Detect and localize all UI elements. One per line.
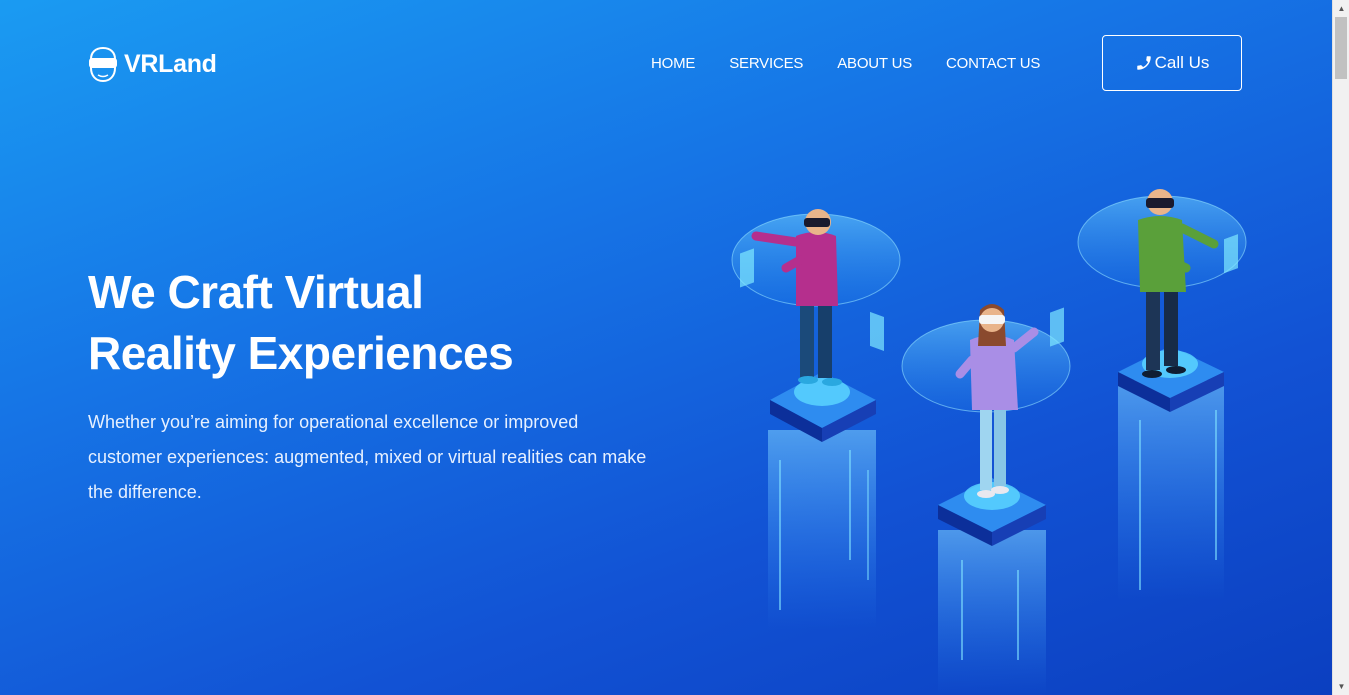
call-us-label: Call Us [1154,53,1210,72]
call-us-button[interactable]: Call Us [1102,35,1242,91]
page: VRLand HOME SERVICES ABOUT US CONTACT US… [0,0,1332,695]
vertical-scrollbar[interactable]: ▲ ▼ [1332,0,1349,695]
hero-description: Whether you’re aiming for operational ex… [88,412,647,502]
brand-logo[interactable]: VRLand [88,46,217,82]
phone-icon [1136,56,1151,70]
nav-services[interactable]: SERVICES [729,55,803,72]
hero-title: We Craft Virtual Reality Experiences [88,262,648,384]
nav-home[interactable]: HOME [651,55,695,72]
hero-title-line-2: Reality Experiences [88,327,514,379]
platform-right [1118,346,1224,600]
hero-title-line-1: We Craft Virtual [88,266,424,318]
scroll-down-arrow-icon[interactable]: ▼ [1333,678,1349,695]
platform-left [768,372,876,630]
brand-name: VRLand [124,49,217,78]
vr-headset-icon [89,46,117,82]
nav-contact-us[interactable]: CONTACT US [946,55,1040,72]
scrollbar-thumb[interactable] [1335,17,1347,79]
scroll-up-arrow-icon[interactable]: ▲ [1333,0,1349,17]
main-nav: HOME SERVICES ABOUT US CONTACT US [651,55,1074,72]
vr-users-illustration [731,189,1247,695]
nav-about-us[interactable]: ABOUT US [837,55,912,72]
platform-center [938,478,1046,695]
